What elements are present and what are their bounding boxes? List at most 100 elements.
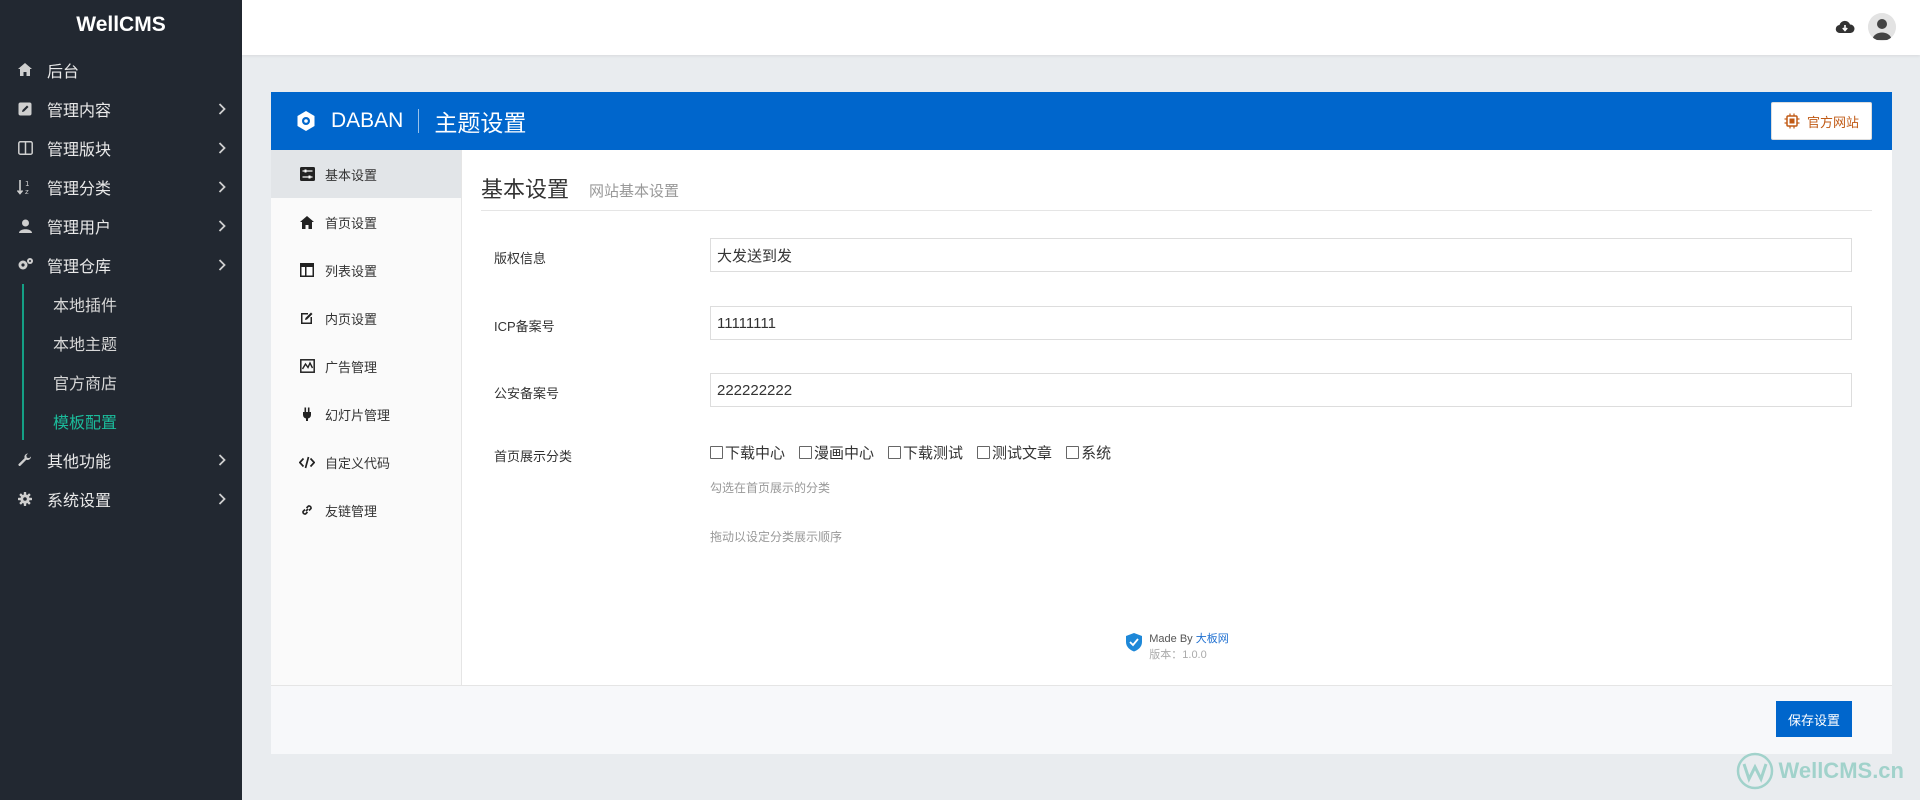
- sidebar-item-label: 管理内容: [47, 102, 112, 120]
- checkbox-box[interactable]: [710, 446, 723, 459]
- svg-text:1: 1: [25, 180, 29, 188]
- menu-item-detail[interactable]: 内页设置: [271, 294, 461, 342]
- sidebar-item-content[interactable]: 管理内容: [0, 89, 242, 128]
- menu-item-slides[interactable]: 幻灯片管理: [271, 390, 461, 438]
- menu-item-label: 内页设置: [325, 311, 378, 327]
- panel-header: DABAN 主题设置 官方网站: [271, 92, 1892, 150]
- menu-item-label: 友链管理: [325, 503, 378, 519]
- sidebar-subitem-local-plugins[interactable]: 本地插件: [24, 284, 242, 323]
- sidebar-item-system[interactable]: 系统设置: [0, 479, 242, 518]
- category-checkboxes: 下载中心 漫画中心 下载测试 测试文章 系统: [710, 436, 1125, 463]
- wrench-icon: [16, 451, 34, 469]
- menu-item-label: 幻灯片管理: [325, 407, 391, 423]
- menu-item-home[interactable]: 首页设置: [271, 198, 461, 246]
- sidebar-item-dashboard[interactable]: 后台: [0, 50, 242, 89]
- code-icon: [299, 454, 315, 470]
- sidebar-item-label: 其他功能: [47, 453, 112, 471]
- police-label: 公安备案号: [494, 386, 560, 401]
- panel-footer: 保存设置: [271, 685, 1892, 754]
- user-icon: [16, 217, 34, 235]
- top-bar: [242, 0, 1920, 55]
- checkbox-box[interactable]: [799, 446, 813, 459]
- menu-item-ads[interactable]: 广告管理: [271, 342, 461, 390]
- sidebar: WellCMS 后台 管理内容 管理版块 1z 管理分类 管理用户 管理仓库 本…: [0, 0, 242, 800]
- sidebar-subitem-local-themes[interactable]: 本地主题: [24, 323, 242, 362]
- sidebar-item-label: 管理版块: [47, 141, 112, 159]
- cloud-download-icon[interactable]: [1835, 17, 1855, 37]
- settings-content: 基本设置 网站基本设置 版权信息 ICP备案号 公安备案号 首页展示分类 下载中…: [462, 150, 1892, 686]
- avatar[interactable]: [1868, 13, 1896, 41]
- icp-label: ICP备案号: [494, 319, 555, 334]
- columns-icon: [16, 139, 34, 157]
- chip-icon: [1784, 113, 1800, 129]
- section-header: 基本设置 网站基本设置: [481, 174, 1872, 211]
- category-label: 系统: [1081, 445, 1112, 462]
- chart-icon: [299, 358, 315, 374]
- save-settings-button[interactable]: 保存设置: [1775, 701, 1852, 737]
- official-site-button[interactable]: 官方网站: [1770, 102, 1872, 140]
- checkbox-box[interactable]: [1066, 446, 1080, 459]
- category-checkbox[interactable]: 下载测试: [888, 442, 963, 463]
- link-icon: [299, 502, 315, 518]
- sidebar-item-label: 系统设置: [47, 492, 112, 510]
- category-checkbox[interactable]: 系统: [1066, 442, 1111, 463]
- police-input[interactable]: [710, 373, 1852, 407]
- category-checkbox[interactable]: 测试文章: [977, 442, 1052, 463]
- gears-icon: [16, 256, 34, 274]
- daban-logo-icon: [295, 110, 317, 132]
- copyright-input[interactable]: [710, 238, 1852, 272]
- form-row-police: 公安备案号: [494, 373, 1852, 407]
- sidebar-item-other[interactable]: 其他功能: [0, 440, 242, 479]
- categories-label: 首页展示分类: [494, 449, 573, 464]
- sidebar-subitem-official-store[interactable]: 官方商店: [24, 362, 242, 401]
- edit-icon: [299, 310, 315, 326]
- sidebar-item-label: 后台: [47, 63, 80, 81]
- sidebar-item-categories[interactable]: 1z 管理分类: [0, 167, 242, 206]
- header-divider: [418, 109, 420, 133]
- category-checkbox[interactable]: 漫画中心: [799, 442, 874, 463]
- sidebar-item-forums[interactable]: 管理版块: [0, 128, 242, 167]
- sidebar-brand[interactable]: WellCMS: [0, 0, 242, 50]
- made-by-inner: Made By 大板网 版本：1.0.0: [1125, 630, 1229, 662]
- shield-check-icon: [1125, 632, 1143, 652]
- plug-icon: [299, 406, 315, 422]
- panel-brand: DABAN: [331, 109, 404, 132]
- sidebar-item-users[interactable]: 管理用户: [0, 206, 242, 245]
- made-by-link[interactable]: 大板网: [1196, 633, 1229, 645]
- menu-item-links[interactable]: 友链管理: [271, 486, 461, 534]
- sort-icon: 1z: [16, 178, 34, 196]
- made-by-line: Made By 大板网: [1149, 630, 1228, 646]
- menu-item-list[interactable]: 列表设置: [271, 246, 461, 294]
- menu-item-basic[interactable]: 基本设置: [271, 150, 461, 198]
- menu-item-label: 列表设置: [325, 263, 378, 279]
- chevron-right-icon: [218, 258, 228, 271]
- sidebar-item-repository[interactable]: 管理仓库: [0, 245, 242, 284]
- chevron-right-icon: [218, 219, 228, 232]
- made-by-prefix: Made By: [1149, 633, 1196, 645]
- categories-group: 下载中心 漫画中心 下载测试 测试文章 系统 勾选在首页展示的分类 拖动以设定分…: [710, 436, 1125, 545]
- category-label: 测试文章: [992, 445, 1053, 462]
- category-checkbox[interactable]: 下载中心: [710, 442, 785, 463]
- chevron-right-icon: [218, 180, 228, 193]
- layout-icon: [299, 262, 315, 278]
- edit-icon: [16, 100, 34, 118]
- settings-menu: 基本设置 首页设置 列表设置 内页设置 广告管理 幻灯片管理 自定义代码 友链管…: [271, 150, 462, 686]
- menu-item-label: 基本设置: [325, 167, 378, 183]
- form-row-categories: 首页展示分类 下载中心 漫画中心 下载测试 测试文章 系统 勾选在首页展示的分类…: [494, 436, 1852, 545]
- chevron-right-icon: [218, 492, 228, 505]
- category-label: 下载测试: [903, 445, 964, 462]
- menu-item-custom-code[interactable]: 自定义代码: [271, 438, 461, 486]
- chevron-right-icon: [218, 102, 228, 115]
- form-row-icp: ICP备案号: [494, 306, 1852, 340]
- svg-text:z: z: [25, 188, 29, 195]
- sidebar-item-label: 管理分类: [47, 180, 112, 198]
- panel-title: 主题设置: [434, 110, 527, 136]
- sidebar-subitem-template-config[interactable]: 模板配置: [24, 401, 242, 440]
- icp-input[interactable]: [710, 306, 1852, 340]
- checkbox-box[interactable]: [888, 446, 902, 459]
- menu-item-label: 首页设置: [325, 215, 378, 231]
- section-subtitle: 网站基本设置: [589, 183, 680, 200]
- checkbox-box[interactable]: [977, 446, 991, 459]
- home-icon: [16, 61, 34, 79]
- made-by-credit: Made By 大板网 版本：1.0.0: [462, 630, 1892, 662]
